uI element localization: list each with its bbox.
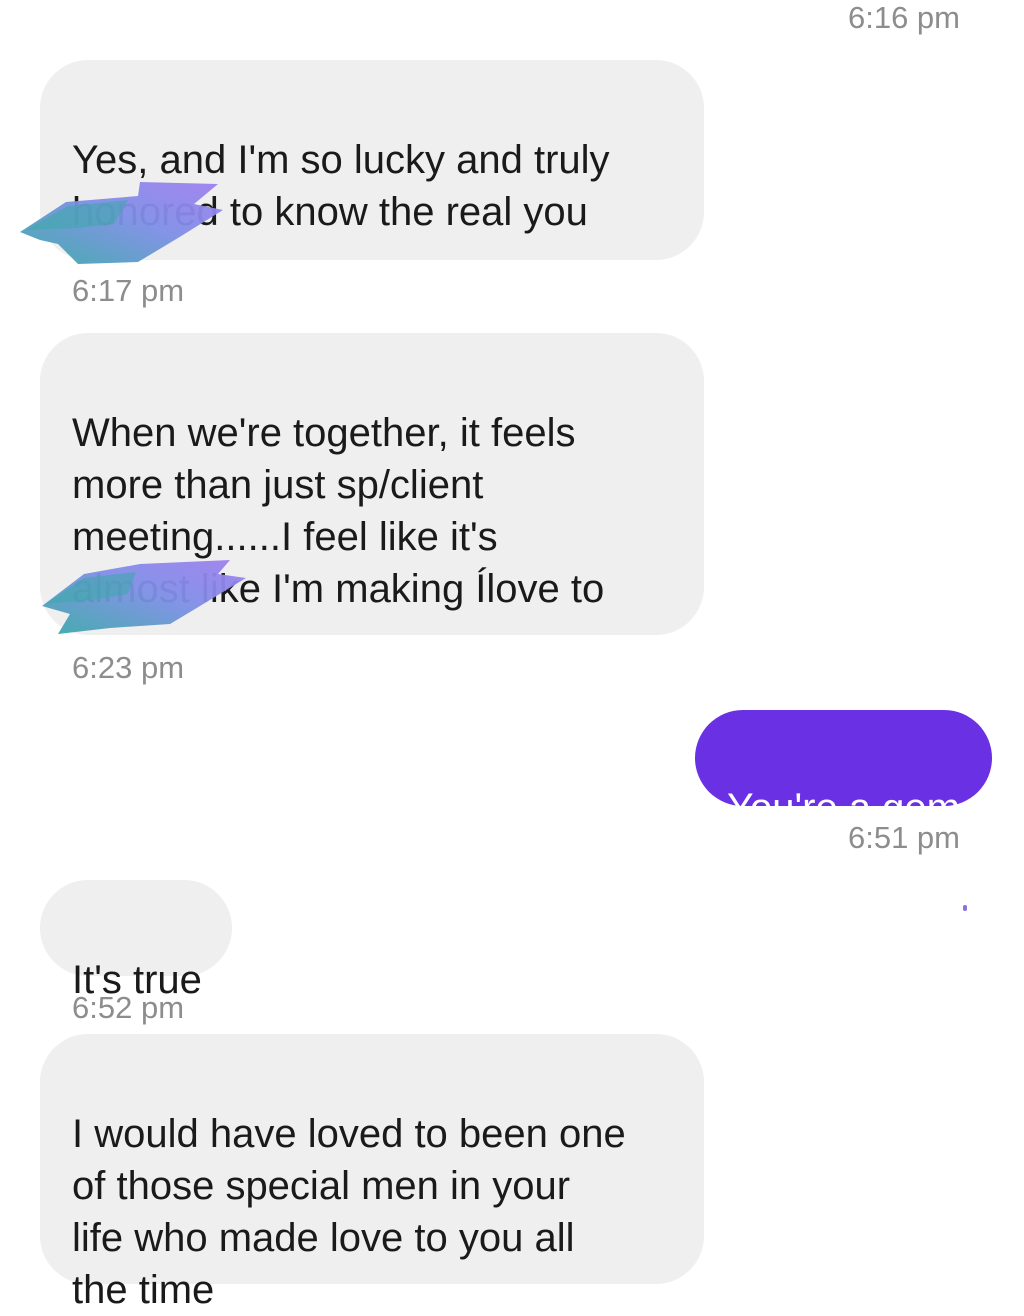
- message-timestamp: 6:16 pm: [847, 0, 960, 35]
- message-timestamp: 6:17 pm: [72, 273, 185, 308]
- chat-screen: { "conversation": { "messages": [ { "tim…: [0, 0, 1024, 1312]
- incoming-message-bubble[interactable]: I would have loved to been one of those …: [40, 1034, 704, 1312]
- message-text: I would have loved to been one of those …: [72, 1112, 626, 1312]
- message-text: When we're together, it feels more than …: [72, 411, 605, 611]
- incoming-message-bubble[interactable]: It's true: [40, 880, 232, 1002]
- incoming-message-bubble[interactable]: Yes, and I'm so lucky and truly honored …: [40, 60, 704, 260]
- outgoing-message-bubble[interactable]: You're a gem: [695, 710, 992, 830]
- message-text: Yes, and I'm so lucky and truly honored …: [72, 138, 610, 234]
- message-timestamp: 6:52 pm: [72, 990, 185, 1025]
- message-timestamp: 6:51 pm: [847, 820, 960, 855]
- message-timestamp: 6:23 pm: [72, 650, 185, 685]
- read-indicator-dot: [963, 905, 967, 911]
- incoming-message-bubble[interactable]: When we're together, it feels more than …: [40, 333, 704, 635]
